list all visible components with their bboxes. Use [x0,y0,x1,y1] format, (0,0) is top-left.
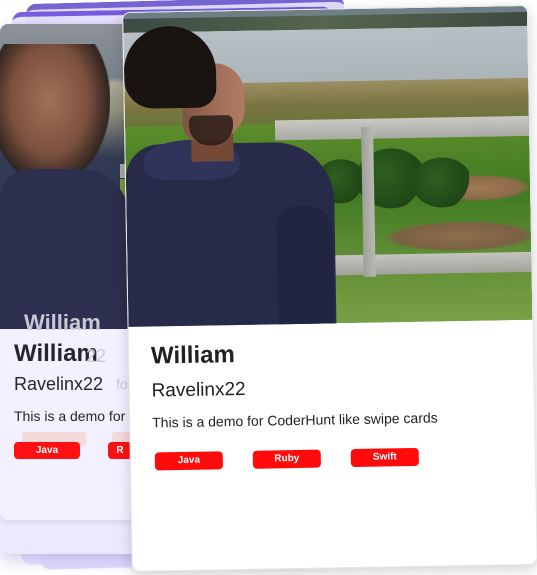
tag-ruby[interactable]: R [108,442,132,459]
tag-swift[interactable]: Swift [350,447,419,468]
tag-java[interactable]: Java [154,451,223,471]
back-card-ghost-username: 22 [86,346,107,366]
profile-name: William [150,341,236,370]
photo-person-body [0,169,130,329]
back-card-description: This is a demo for [14,408,126,424]
back-card-username: Ravelinx22 [14,374,104,394]
profile-photo [123,5,533,327]
photo-fence-rail [327,251,532,276]
swipe-card-stack: William William 22 Ravelinx22 for This i… [0,0,537,575]
profile-tags: Java Ruby Swift [154,447,419,471]
back-card-tags: Java R [14,442,132,459]
front-profile-card[interactable]: William Ravelinx22 This is a demo for Co… [122,4,537,572]
photo-person-head [0,44,110,184]
back-card-ghost-name: William [24,310,101,335]
tag-ruby[interactable]: Ruby [252,449,321,469]
photo-dirt-patch [384,219,533,253]
tag-java[interactable]: Java [14,442,80,459]
photo-person-arm [276,205,335,327]
profile-username: Ravelinx22 [151,378,246,402]
profile-description: This is a demo for CoderHunt like swipe … [152,409,438,431]
